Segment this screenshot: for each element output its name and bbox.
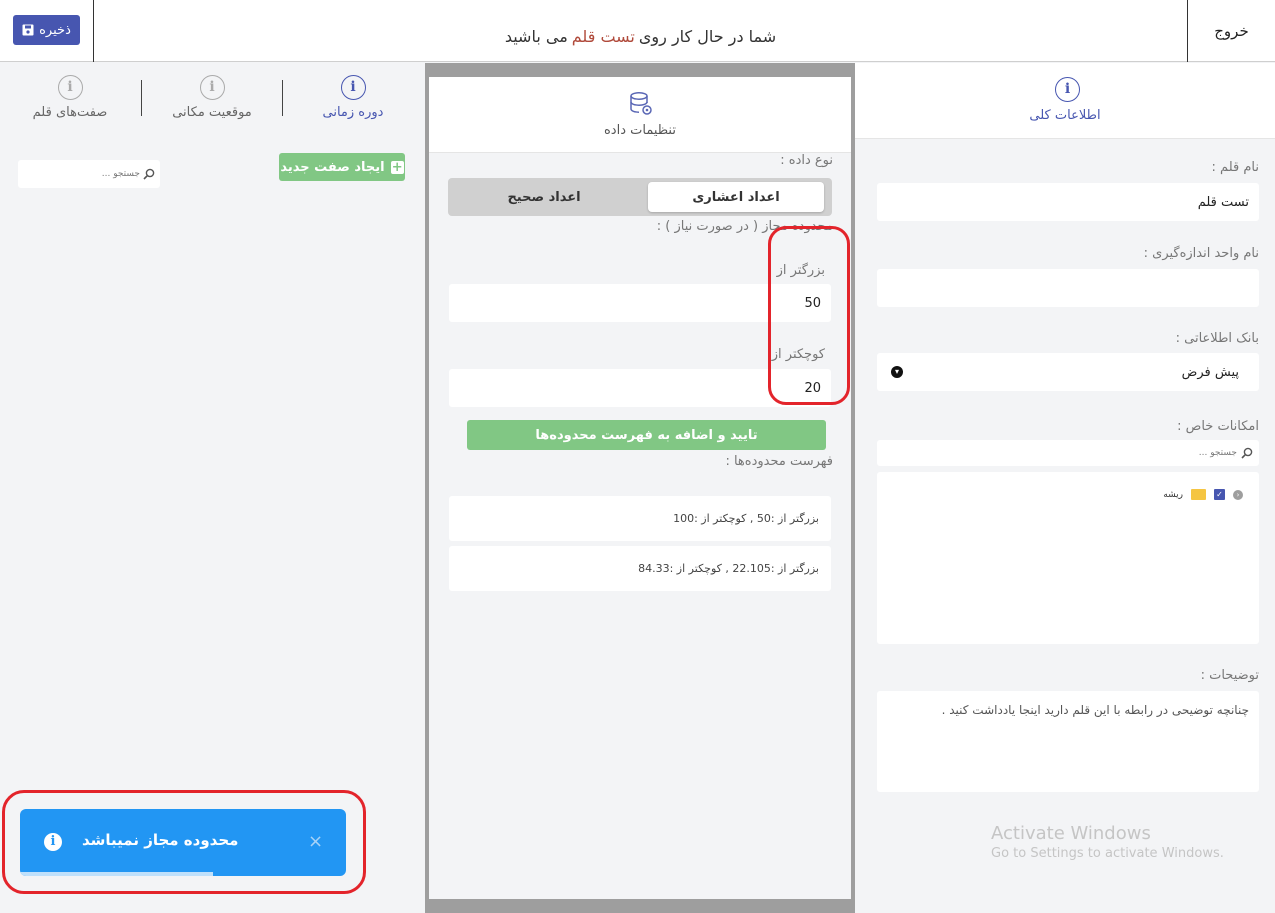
- exit-button[interactable]: خروج: [1188, 0, 1275, 62]
- floppy-disk-icon: [22, 24, 34, 36]
- general-info-panel: i اطلاعات کلی نام قلم : تست قلم نام واحد…: [855, 63, 1275, 913]
- tab-time-period[interactable]: i دوره زمانی: [283, 75, 423, 120]
- pen-name-input[interactable]: تست قلم: [877, 183, 1259, 221]
- info-icon: i: [340, 75, 366, 100]
- data-settings-title: تنظیمات داده: [604, 123, 676, 138]
- expand-toggle-icon[interactable]: ‹: [1233, 489, 1243, 500]
- data-settings-header: تنظیمات داده: [429, 77, 851, 153]
- general-info-header: i اطلاعات کلی: [855, 63, 1275, 139]
- database-settings-icon: [630, 92, 652, 115]
- search-placeholder: جستجو ...: [101, 169, 140, 179]
- range-list-label: فهرست محدوده‌ها :: [725, 454, 833, 469]
- data-type-label: نوع داده :: [780, 153, 833, 168]
- headline-pen-name: تست قلم: [571, 26, 635, 46]
- save-label: ذخیره: [39, 22, 71, 38]
- new-attribute-button[interactable]: + ایجاد صفت جدید: [279, 153, 405, 181]
- features-search-input[interactable]: جستجو ...: [877, 440, 1259, 466]
- unit-name-label: نام واحد اندازه‌گیری :: [1143, 246, 1259, 261]
- data-settings-body: تنظیمات داده نوع داده : اعداد اعشاری اعد…: [429, 77, 851, 899]
- chevron-down-icon: ▾: [891, 366, 903, 378]
- toast-progress-bar: [20, 872, 213, 876]
- tab-location[interactable]: i موقعیت مکانی: [142, 75, 282, 120]
- database-selected-value: پیش فرض: [1181, 364, 1239, 380]
- features-tree: ‹ ✓ ریشه: [877, 472, 1259, 644]
- tab-pen-attributes[interactable]: i صفت‌های قلم: [0, 75, 140, 120]
- description-label: توضیحات :: [1200, 668, 1259, 683]
- page-headline: شما در حال کار روی تست قلم می باشید: [94, 0, 1187, 72]
- toast-message: محدوده مجاز نمیباشد: [82, 831, 239, 849]
- info-icon: i: [57, 75, 83, 100]
- watermark-line-2: Go to Settings to activate Windows.: [991, 846, 1224, 861]
- attribute-search-input[interactable]: جستجو ...: [18, 160, 160, 188]
- info-icon: i: [1055, 77, 1080, 102]
- left-panel: i دوره زمانی i موقعیت مکانی i صفت‌های قل…: [0, 63, 425, 913]
- data-settings-panel: تنظیمات داده نوع داده : اعداد اعشاری اعد…: [425, 63, 855, 913]
- watermark-line-1: Activate Windows: [991, 823, 1151, 844]
- data-type-toggle: اعداد اعشاری اعداد صحیح: [448, 178, 832, 216]
- attribute-tabs: i دوره زمانی i موقعیت مکانی i صفت‌های قل…: [0, 63, 425, 128]
- info-icon: i: [44, 833, 62, 851]
- range-list-item[interactable]: بزرگتر از :22.105 , کوچکتر از :84.33: [449, 546, 831, 591]
- search-icon: [143, 168, 155, 180]
- headline-pre: شما در حال کار روی: [638, 26, 777, 46]
- search-icon: [1241, 447, 1253, 459]
- database-select[interactable]: پیش فرض ▾: [877, 353, 1259, 391]
- save-button[interactable]: ذخیره: [13, 15, 80, 45]
- search-placeholder: جستجو ...: [1198, 448, 1237, 458]
- divider: [141, 80, 142, 116]
- top-bar: ذخیره شما در حال کار روی تست قلم می باشی…: [0, 0, 1275, 62]
- tree-node-root[interactable]: ‹ ✓ ریشه: [1163, 489, 1243, 500]
- data-type-integer-option[interactable]: اعداد صحیح: [456, 182, 632, 212]
- special-features-label: امکانات خاص :: [1177, 419, 1259, 434]
- range-highlight-outline: [768, 226, 850, 405]
- tab-label: دوره زمانی: [322, 105, 384, 120]
- close-icon[interactable]: ×: [308, 833, 323, 851]
- plus-icon: +: [390, 159, 404, 175]
- range-list-item[interactable]: بزرگتر از :50 , کوچکتر از :100: [449, 496, 831, 541]
- tree-node-label: ریشه: [1163, 489, 1183, 500]
- tab-label: صفت‌های قلم: [32, 105, 108, 120]
- info-icon: i: [199, 75, 225, 100]
- database-label: بانک اطلاعاتی :: [1175, 331, 1259, 346]
- unit-name-input[interactable]: [877, 269, 1259, 307]
- data-type-decimal-option[interactable]: اعداد اعشاری: [648, 182, 824, 212]
- pen-name-label: نام قلم :: [1211, 160, 1259, 175]
- error-toast: i محدوده مجاز نمیباشد ×: [20, 809, 346, 876]
- tab-label: موقعیت مکانی: [172, 105, 252, 120]
- new-attribute-label: ایجاد صفت جدید: [280, 159, 385, 175]
- checkbox-checked-icon[interactable]: ✓: [1214, 489, 1225, 500]
- windows-activation-watermark: Activate Windows Go to Settings to activ…: [991, 823, 1224, 861]
- divider: [282, 80, 283, 116]
- headline-post: می باشید: [504, 26, 568, 46]
- description-textarea[interactable]: چنانچه توضیحی در رابطه با این قلم دارید …: [877, 691, 1259, 792]
- general-info-title: اطلاعات کلی: [1029, 108, 1101, 123]
- confirm-add-range-button[interactable]: تایید و اضافه به فهرست محدوده‌ها: [467, 420, 826, 450]
- folder-icon: [1191, 489, 1206, 500]
